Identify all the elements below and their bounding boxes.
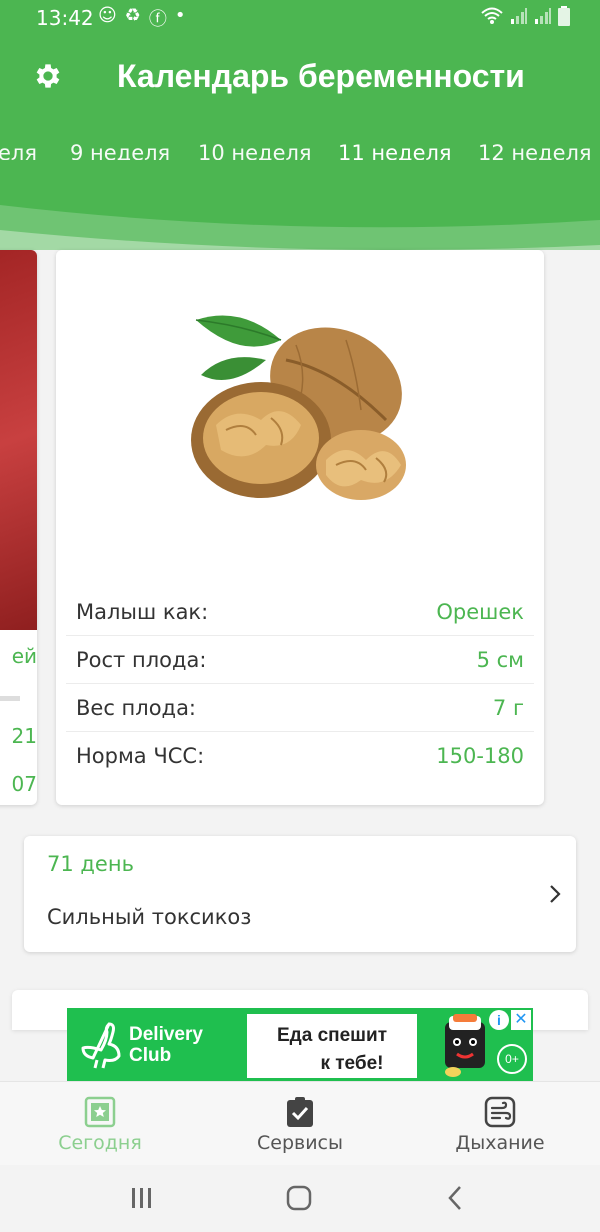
info-row-fetus-length: Рост плода: 5 см (66, 636, 534, 684)
nav-label: Сегодня (58, 1132, 142, 1154)
walnut-image (191, 315, 406, 500)
signal-icon (535, 8, 551, 24)
info-value: 5 см (476, 648, 524, 672)
info-value: 150-180 (436, 744, 524, 768)
gear-icon[interactable] (32, 60, 64, 92)
day-number: 71 день (47, 852, 134, 876)
ad-message-line: Еда спешит (276, 1025, 387, 1046)
info-row-baby-like: Малыш как: Орешек (66, 588, 534, 636)
recycle-icon: ♻ (124, 5, 141, 26)
nav-label: Сервисы (256, 1132, 343, 1154)
battery-icon (558, 6, 570, 26)
day-description: Сильный токсикоз (47, 905, 252, 929)
home-icon[interactable] (286, 1185, 312, 1211)
wifi-icon (481, 7, 503, 24)
ad-brand-line: Delivery (129, 1024, 203, 1045)
ad-age-rating: 0+ (497, 1044, 527, 1074)
content-area: ей 21 07 Малыш как: Орешек Рост плода: 5 (0, 250, 600, 1080)
previous-card-fragment: 07 (11, 772, 37, 796)
info-value: Орешек (436, 600, 524, 624)
ad-info-icon[interactable]: i (489, 1010, 509, 1030)
status-icons-left: ☺ ♻ ⓕ • (98, 5, 186, 31)
facebook-icon: ⓕ (148, 9, 167, 30)
ad-brand: Delivery Club (129, 1024, 203, 1066)
signal-icon (511, 8, 527, 24)
back-icon[interactable] (446, 1185, 464, 1211)
previous-card-fragment: ей (11, 644, 37, 668)
previous-card-fragment: 21 (11, 724, 37, 748)
ad-brand-line: Club (129, 1045, 172, 1066)
nav-label: Дыхание (455, 1132, 545, 1154)
status-time: 13:42 (36, 6, 94, 30)
page-title: Календарь беременности (117, 58, 525, 94)
bottom-nav: Сегодня Сервисы Дыхание (0, 1081, 600, 1165)
ad-message: Еда спешит к тебе! (247, 1022, 417, 1078)
baby-icon: ☺ (98, 5, 117, 26)
status-bar: 13:42 ☺ ♻ ⓕ • (0, 0, 600, 36)
previous-week-image (0, 250, 37, 630)
fruit-size-card[interactable]: Малыш как: Орешек Рост плода: 5 см Вес п… (56, 250, 544, 805)
ad-message-box: Еда спешит к тебе! (247, 1014, 417, 1078)
info-label: Вес плода: (76, 696, 197, 720)
info-label: Рост плода: (76, 648, 207, 672)
info-row-fetus-weight: Вес плода: 7 г (66, 684, 534, 732)
previous-card-divider (0, 696, 20, 701)
ad-banner[interactable]: Delivery Club Еда спешит к тебе! i ✕ 0+ (67, 1008, 533, 1081)
day-card[interactable]: 71 день Сильный токсикоз (24, 836, 576, 952)
previous-week-card[interactable]: ей 21 07 (0, 250, 37, 805)
nav-today[interactable]: Сегодня (0, 1082, 200, 1166)
info-label: Норма ЧСС: (76, 744, 205, 768)
nav-services[interactable]: Сервисы (200, 1082, 400, 1166)
nav-breathing[interactable]: Дыхание (400, 1082, 600, 1166)
dot-icon: • (174, 5, 186, 26)
sushi-mascot-icon (445, 1014, 485, 1077)
info-row-heart-rate: Норма ЧСС: 150-180 (66, 732, 534, 780)
system-nav-bar (0, 1165, 600, 1232)
breath-icon (484, 1096, 516, 1128)
status-icons-right (480, 6, 570, 26)
star-card-icon (84, 1096, 116, 1128)
clipboard-check-icon (287, 1097, 313, 1127)
ostrich-logo-icon (81, 1022, 121, 1069)
chevron-right-icon (550, 885, 561, 903)
ad-message-line: к тебе! (320, 1053, 384, 1074)
ad-close-icon[interactable]: ✕ (511, 1010, 531, 1030)
recent-apps-icon[interactable] (130, 1187, 154, 1209)
info-value: 7 г (492, 696, 524, 720)
info-label: Малыш как: (76, 600, 209, 624)
